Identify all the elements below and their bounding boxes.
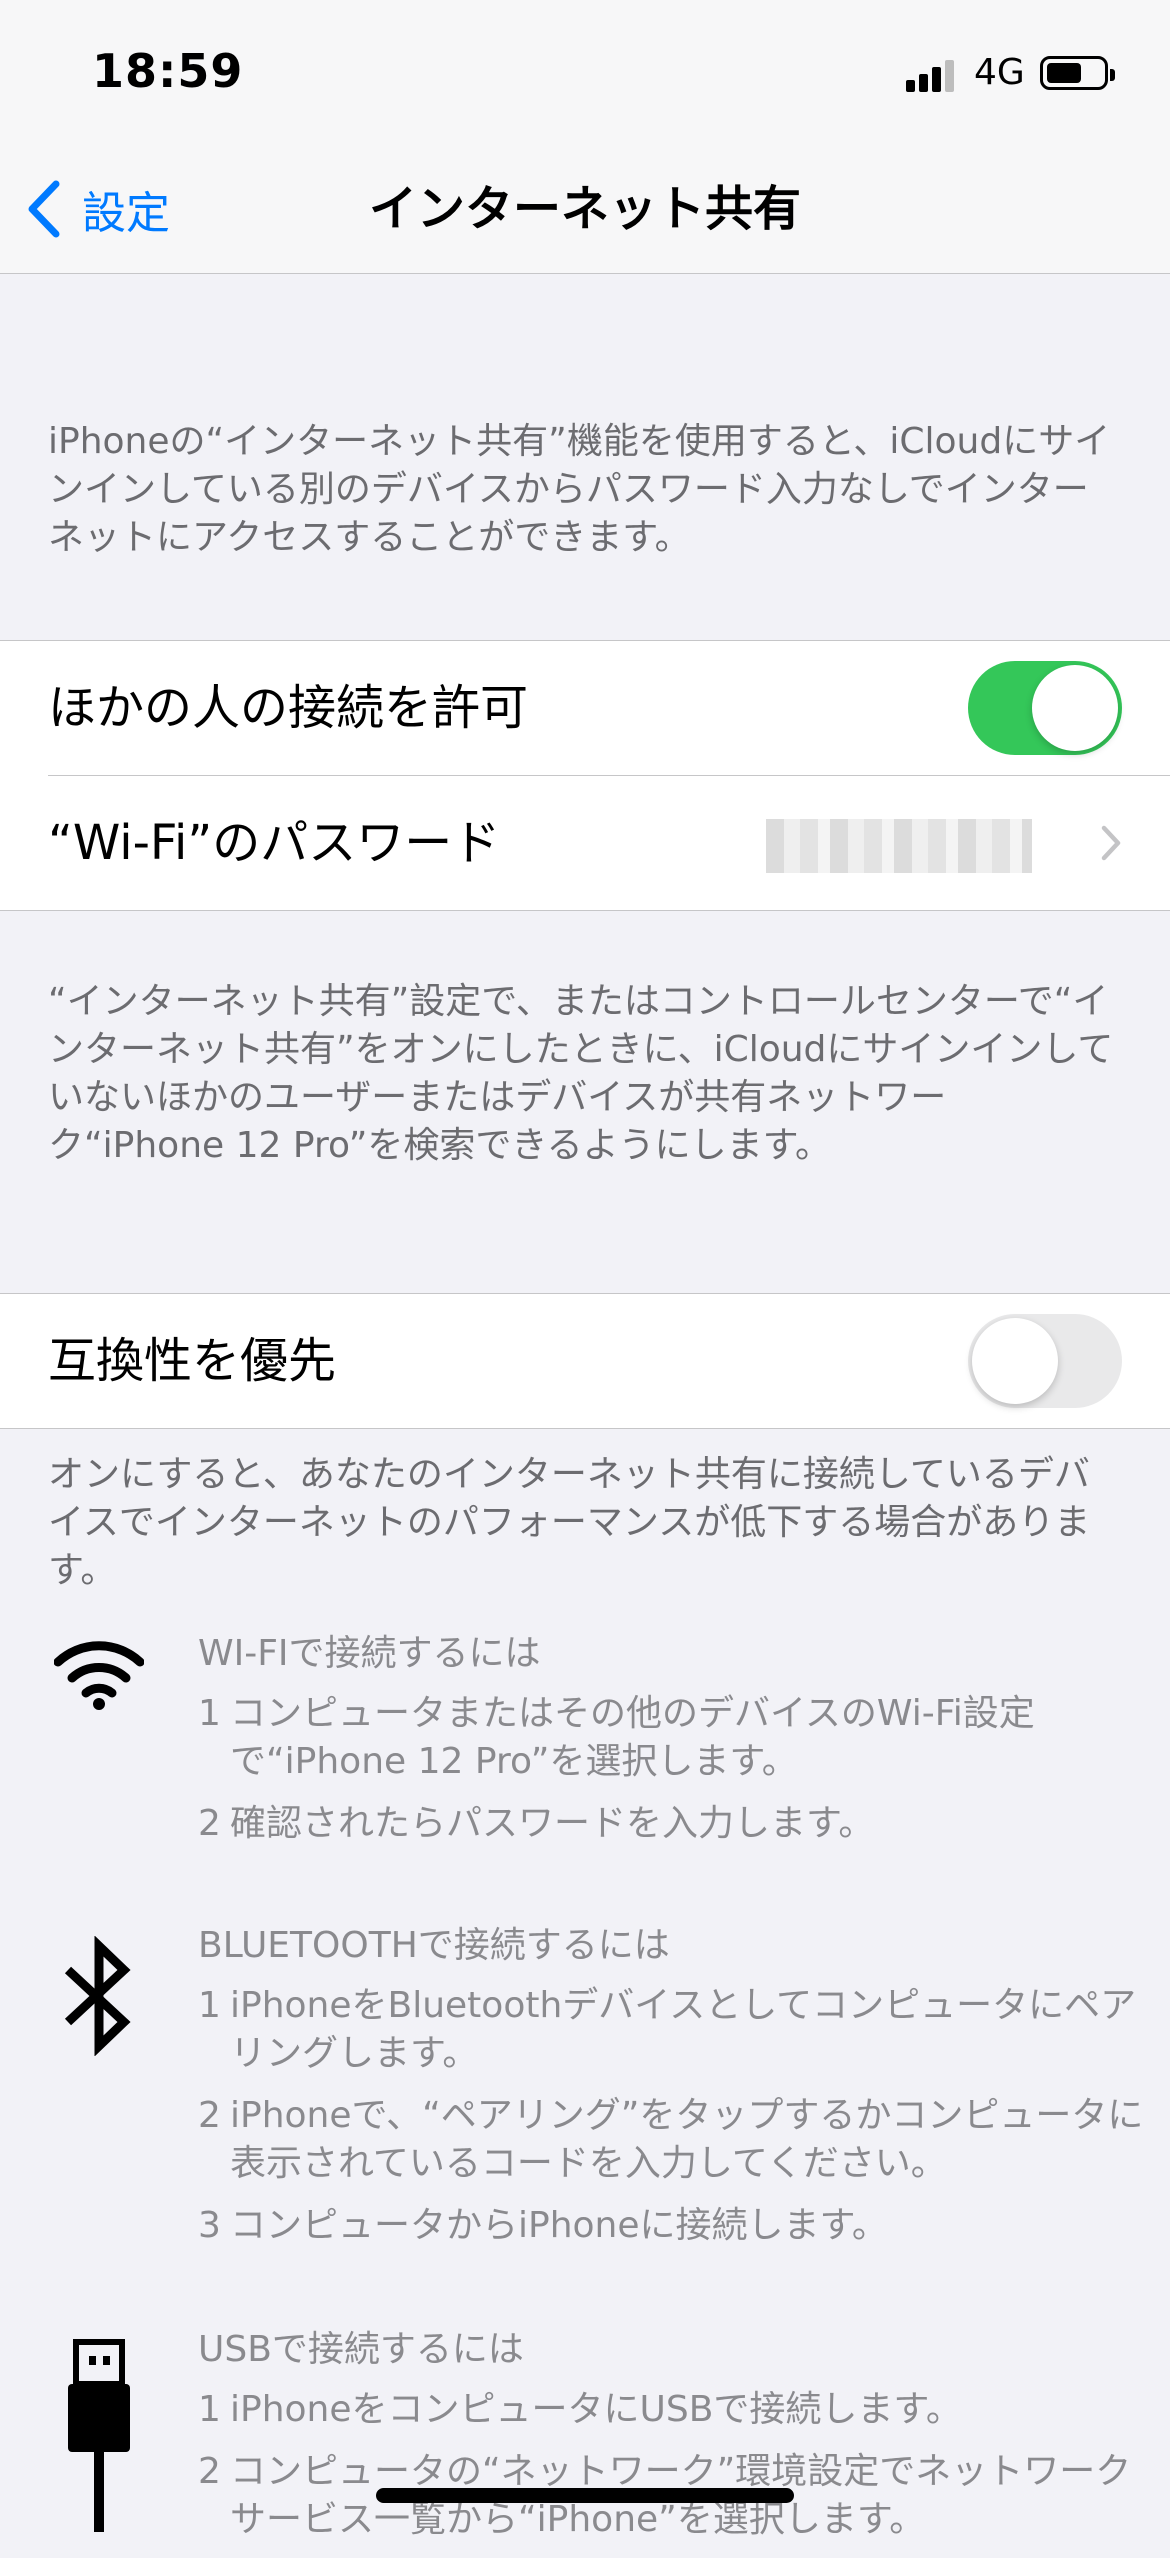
status-time: 18:59 <box>92 44 244 98</box>
bluetooth-icon <box>64 1936 131 2056</box>
wifi-password-row[interactable]: “Wi-Fi”のパスワード <box>48 775 1170 910</box>
wifi-steps: 1 コンピュータまたはその他のデバイスのWi-Fi設定で“iPhone 12 Pr… <box>198 1690 1158 1862</box>
bluetooth-steps: 1 iPhoneをBluetoothデバイスとしてコンピュータにペアリングします。… <box>198 1982 1158 2264</box>
allow-others-row[interactable]: ほかの人の接続を許可 <box>0 641 1170 775</box>
compat-toggle[interactable] <box>968 1314 1122 1408</box>
page-title: インターネット共有 <box>368 181 801 237</box>
status-bar: 18:59 4G <box>0 0 1170 150</box>
navigation-bar: インターネット共有 設定 <box>0 150 1170 274</box>
sharing-footer-text: “インターネット共有”設定で、またはコントロールセンターで“インターネット共有”… <box>48 981 1114 1166</box>
signal-icon <box>906 58 958 92</box>
allow-others-toggle[interactable] <box>968 661 1122 755</box>
step-item: 3 コンピュータからiPhoneに接続します。 <box>198 2205 888 2246</box>
chevron-left-icon <box>28 180 60 238</box>
step-item: 2 iPhoneで、“ペアリング”をタップするかコンピュータに表示されているコード… <box>198 2095 1144 2184</box>
usb-steps: 1 iPhoneをコンピュータにUSBで接続します。 2 コンピュータの“ネットワー… <box>198 2386 1158 2558</box>
compat-footer-text: オンにすると、あなたのインターネット共有に接続しているデバイスでインターネットの… <box>48 1454 1091 1591</box>
wifi-icon <box>54 1641 144 1710</box>
home-indicator[interactable] <box>376 2488 794 2503</box>
sharing-settings-group: ほかの人の接続を許可 “Wi-Fi”のパスワード <box>0 640 1170 911</box>
wifi-password-value-redacted <box>766 819 1032 873</box>
wifi-password-label: “Wi-Fi”のパスワード <box>48 815 501 871</box>
step-item: 2 確認されたらパスワードを入力します。 <box>198 1803 875 1844</box>
battery-icon <box>1040 56 1115 90</box>
step-item: 1 コンピュータまたはその他のデバイスのWi-Fi設定で“iPhone 12 Pr… <box>198 1693 1035 1782</box>
wifi-heading: WI-FIで接続するには <box>198 1633 541 1674</box>
usb-heading: USBで接続するには <box>198 2329 524 2370</box>
allow-others-label: ほかの人の接続を許可 <box>48 680 529 736</box>
network-type: 4G <box>974 52 1025 93</box>
usb-icon <box>68 2339 130 2532</box>
step-item: 1 iPhoneをBluetoothデバイスとしてコンピュータにペアリングします。 <box>198 1985 1137 2074</box>
intro-text: iPhoneの“インターネット共有”機能を使用すると、iCloudにサインインし… <box>48 421 1111 558</box>
bluetooth-heading: BLUETOOTHで接続するには <box>198 1925 670 1966</box>
compat-label: 互換性を優先 <box>48 1333 337 1389</box>
chevron-right-icon <box>1101 825 1121 861</box>
compat-row[interactable]: 互換性を優先 <box>0 1294 1170 1428</box>
compatibility-group: 互換性を優先 <box>0 1293 1170 1429</box>
step-item: 1 iPhoneをコンピュータにUSBで接続します。 <box>198 2389 962 2430</box>
back-button[interactable]: 設定 <box>24 174 170 244</box>
back-label: 設定 <box>82 188 170 239</box>
